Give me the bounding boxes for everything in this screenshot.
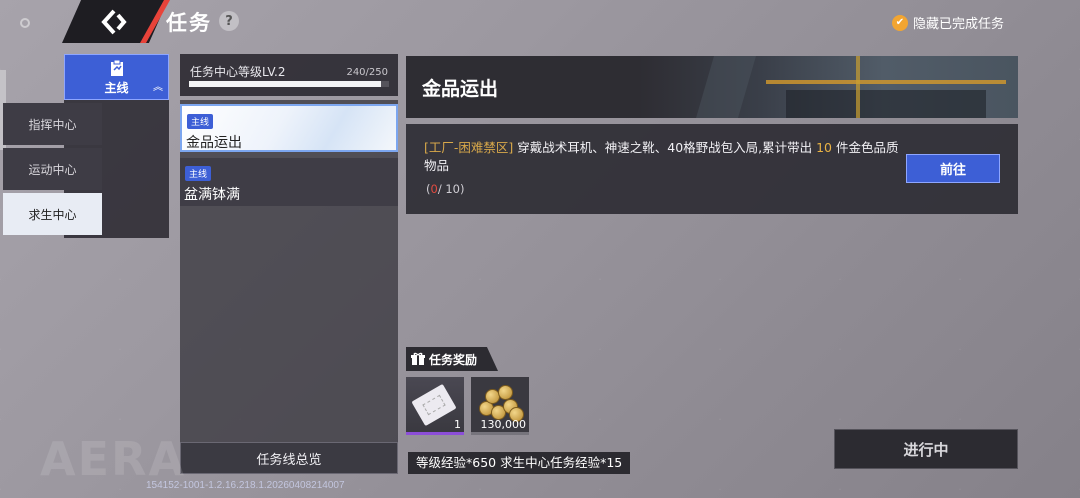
objective-target-count: 10 [816,140,832,155]
sidebar-item-sports-center[interactable]: 运动中心 [3,148,102,190]
checkmark-icon: ✔ [891,14,908,31]
sidebar-item-command-center[interactable]: 指挥中心 [3,103,102,145]
version-string: 154152-1001-1.2.16.218.1.20260408214007 [146,480,345,491]
category-main-tab[interactable]: 主线 ︽ [64,54,169,100]
quest-title: 金品运出 [422,78,499,100]
level-progress-bar [189,81,389,87]
banner-artwork [856,56,860,118]
banner-artwork [786,90,986,118]
gift-icon [411,352,425,365]
back-arrow-icon [101,9,127,34]
hide-completed-label: 隐藏已完成任务 [912,17,1004,32]
clipboard-icon [110,59,123,76]
reward-quantity: 130,000 [480,418,527,431]
objective-panel: [工厂-困难禁区] 穿戴战术耳机、神速之靴、40格野战包入局,累计带出 10 件… [406,124,1018,214]
reward-item-coins[interactable]: 130,000 [471,377,529,435]
level-progress-fill [189,81,381,87]
banner-artwork [766,80,1006,84]
chevron-up-icon: ︽ [153,82,163,93]
task-item-gold-extraction[interactable]: 主线 金品运出 [180,104,398,152]
progress-current: 0 [430,182,438,196]
reward-item-ticket[interactable]: 1 [406,377,464,435]
hide-completed-toggle[interactable]: ✔ 隐藏已完成任务 [891,13,1004,32]
objective-progress: (0/ 10) [426,182,464,196]
page-title: 任务 [166,11,212,35]
task-tag: 主线 [187,114,214,129]
objective-location: [工厂-困难禁区] [424,140,514,155]
go-button[interactable]: 前往 [906,154,1000,183]
task-tag: 主线 [185,166,212,181]
level-count: 240/250 [346,67,388,78]
game-logo-watermark: AERA [40,432,187,486]
rewards-header: 任务奖励 [406,347,498,371]
sidebar-item-label: 指挥中心 [28,117,77,132]
level-title: 任务中心等级LV.2 [190,65,286,79]
banner-artwork [696,56,756,118]
objective-desc: 穿戴战术耳机、神速之靴、40格野战包入局,累计带出 [513,140,817,155]
sidebar-item-label: 求生中心 [28,207,77,222]
task-name: 金品运出 [186,135,242,151]
task-name: 盆满钵满 [184,187,240,203]
quest-banner: 金品运出 [406,56,1018,118]
task-line-overview-button[interactable]: 任务线总览 [180,442,398,474]
help-icon[interactable]: ? [219,11,239,31]
objective-text: [工厂-困难禁区] 穿戴战术耳机、神速之靴、40格野战包入局,累计带出 10 件… [424,139,904,175]
rewards-header-label: 任务奖励 [429,352,478,367]
progress-rest: / 10) [437,182,465,196]
reward-quantity: 1 [454,418,461,431]
ticket-icon [411,383,457,427]
sidebar-item-survival-center[interactable]: 求生中心 [3,193,102,235]
in-progress-button[interactable]: 进行中 [834,429,1018,469]
experience-reward-text: 等级经验*650 求生中心任务经验*15 [408,452,631,474]
category-main-label: 主线 [104,80,129,95]
task-item-full-bowl[interactable]: 主线 盆满钵满 [180,158,398,206]
sidebar-item-label: 运动中心 [28,162,77,177]
top-bar: 任务 ? ✔ 隐藏已完成任务 [0,0,1080,46]
task-center-level: 任务中心等级LV.2 240/250 [180,54,398,96]
